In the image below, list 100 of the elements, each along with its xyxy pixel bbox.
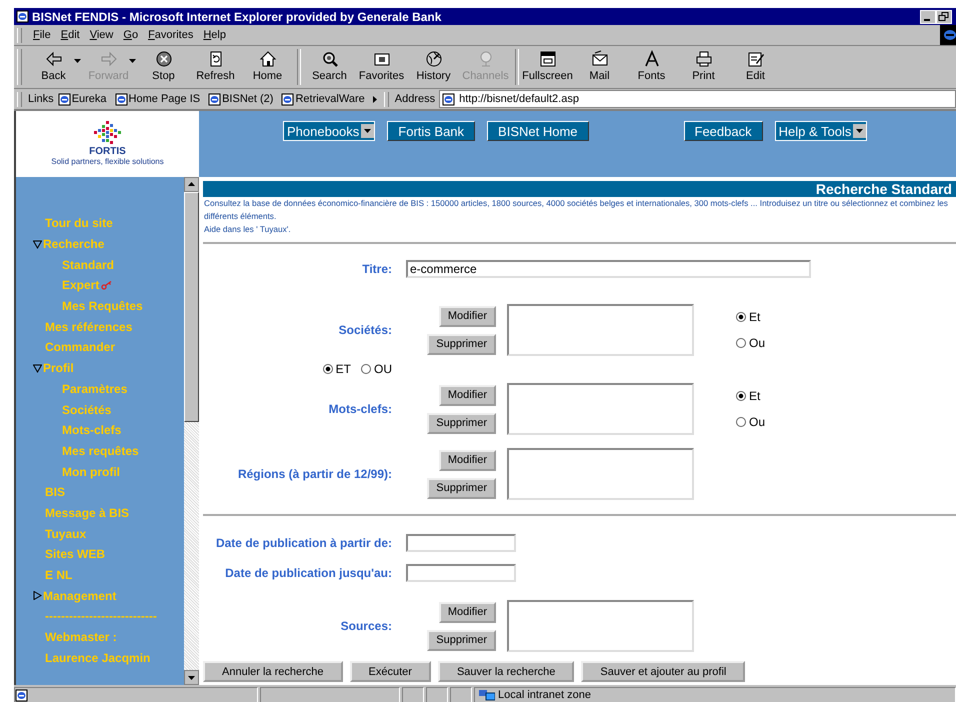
scrollbar[interactable] bbox=[184, 177, 199, 685]
scroll-up-icon bbox=[184, 177, 199, 192]
link-text[interactable]: RetrievalWare bbox=[295, 93, 365, 105]
field-label: Date de publication jusqu'au: bbox=[225, 566, 392, 580]
page-icon bbox=[16, 10, 29, 23]
page-header: Recherche Standard bbox=[203, 181, 956, 197]
radio-button[interactable]: Ou bbox=[736, 336, 766, 350]
radio-button[interactable]: Et bbox=[736, 389, 766, 403]
list-box[interactable] bbox=[507, 383, 694, 435]
toolbar-button[interactable]: History bbox=[408, 48, 459, 86]
stop-icon bbox=[154, 50, 172, 68]
field-label: Titre: bbox=[362, 262, 392, 276]
page-icon bbox=[15, 688, 28, 702]
list-box[interactable] bbox=[507, 448, 694, 500]
link-button[interactable]: RetrievalWare bbox=[281, 92, 365, 106]
page-icon bbox=[114, 92, 128, 106]
radio-button[interactable]: ET bbox=[322, 362, 351, 376]
menu-item[interactable]: View bbox=[84, 29, 118, 41]
radio-button[interactable]: Et bbox=[736, 310, 766, 324]
toolbar-button[interactable]: Stop bbox=[138, 48, 189, 86]
form-button[interactable]: Modifier bbox=[438, 450, 496, 470]
help-text: Aide dans les ' Tuyaux'. bbox=[203, 223, 292, 236]
banner-button[interactable]: Fortis Bank bbox=[387, 121, 476, 141]
network-icon bbox=[479, 689, 495, 701]
intro-text: Consultez la base de données économico-financière de BIS : 150000 articles, 1800 sources, 4000 sociétés belges et internationales, 300 mots-clefs ... Introduisez un titre ou sélectionnez et combinez les différents éléments. bbox=[203, 197, 949, 223]
toolbar-button[interactable]: Edit bbox=[730, 48, 781, 86]
globe-icon bbox=[424, 50, 442, 68]
address-field[interactable]: http://bisnet/default2.asp bbox=[439, 90, 956, 108]
field-label: Sources: bbox=[340, 619, 392, 633]
toolbar-button[interactable]: Favorites bbox=[356, 48, 407, 86]
link-button[interactable]: BISNet (2) bbox=[208, 92, 274, 106]
menu-item[interactable]: Favorites bbox=[143, 29, 198, 41]
envelope-icon bbox=[590, 50, 608, 68]
link-button[interactable]: Home Page IS bbox=[114, 92, 200, 106]
font-icon bbox=[642, 50, 660, 68]
window-title: BISNet FENDIS - Microsoft Internet Explorer provided by Generale Bank bbox=[32, 10, 442, 24]
menu-item[interactable]: Edit bbox=[56, 29, 85, 41]
search-icon bbox=[320, 50, 338, 68]
arrow-right-icon bbox=[100, 50, 118, 68]
form-button[interactable]: Supprimer bbox=[427, 334, 496, 354]
toolbar-button[interactable]: Mail bbox=[574, 48, 625, 86]
links-label: Links bbox=[28, 93, 54, 105]
toolbar-button[interactable]: Search bbox=[304, 48, 355, 86]
page-icon bbox=[208, 92, 222, 106]
form-button[interactable]: Supprimer bbox=[427, 478, 496, 498]
list-box[interactable] bbox=[507, 304, 694, 356]
link-text[interactable]: Home Page IS bbox=[128, 93, 200, 105]
status-pane bbox=[450, 687, 472, 702]
input-field[interactable] bbox=[406, 534, 516, 552]
scroll-thumb[interactable] bbox=[184, 192, 199, 422]
address-label: Address bbox=[394, 93, 436, 105]
field-label: Régions (à partir de 12/99): bbox=[238, 467, 392, 481]
arrow-left-icon bbox=[44, 50, 62, 68]
scroll-down-icon bbox=[184, 670, 199, 685]
form-button[interactable]: Sauver la recherche bbox=[438, 661, 574, 682]
browser-logo-icon bbox=[940, 25, 956, 45]
toolbar-button[interactable]: Print bbox=[678, 48, 729, 86]
dropdown[interactable]: Help & Tools bbox=[774, 121, 868, 141]
caret-icon bbox=[129, 59, 136, 63]
printer-icon bbox=[694, 50, 712, 68]
form-button[interactable]: Supprimer bbox=[427, 412, 496, 434]
input-field[interactable] bbox=[406, 564, 516, 582]
page-icon bbox=[58, 92, 71, 106]
input-field[interactable]: e-commerce bbox=[406, 260, 811, 278]
link-text[interactable]: BISNet (2) bbox=[222, 93, 274, 105]
chevron-icon bbox=[372, 96, 377, 102]
radio-button[interactable]: OU bbox=[361, 362, 392, 376]
form-button[interactable]: Annuler la recherche bbox=[203, 661, 343, 682]
toolbar-button[interactable]: Refresh bbox=[190, 48, 241, 86]
menu-item[interactable]: File bbox=[28, 29, 56, 41]
field-label: Mots-clefs: bbox=[328, 402, 392, 416]
logo-drawing bbox=[93, 119, 122, 145]
toolbar-button[interactable]: Fonts bbox=[626, 48, 677, 86]
edit-icon bbox=[746, 50, 764, 68]
banner-button[interactable]: BISNet Home bbox=[487, 121, 589, 141]
form-button[interactable]: Modifier bbox=[438, 384, 496, 406]
dropdown[interactable]: Phonebooks bbox=[283, 121, 376, 141]
form-button[interactable]: Modifier bbox=[438, 306, 496, 326]
radio-button[interactable]: Ou bbox=[736, 415, 766, 429]
list-box[interactable] bbox=[507, 600, 694, 652]
toolbar-button[interactable]: Fullscreen bbox=[522, 48, 573, 86]
link-button[interactable]: Eureka bbox=[58, 92, 107, 106]
banner-button[interactable]: Feedback bbox=[684, 121, 763, 141]
status-pane bbox=[402, 687, 424, 702]
menu-item[interactable]: Go bbox=[118, 29, 144, 41]
home-icon bbox=[258, 50, 276, 68]
logo-tagline: Solid partners, flexible solutions bbox=[51, 157, 164, 166]
toolbar-button[interactable]: Back bbox=[28, 48, 79, 86]
field-label: Sociétés: bbox=[338, 323, 392, 337]
menu-item[interactable]: Help bbox=[198, 29, 231, 41]
page-icon bbox=[281, 92, 294, 106]
form-button[interactable]: Exécuter bbox=[350, 661, 431, 682]
toolbar-button[interactable]: Home bbox=[242, 48, 293, 86]
form-button[interactable]: Sauver et ajouter au profil bbox=[581, 661, 746, 682]
status-pane bbox=[426, 687, 448, 702]
caret-icon bbox=[74, 59, 81, 63]
form-button[interactable]: Supprimer bbox=[427, 630, 496, 650]
page-icon bbox=[442, 92, 456, 106]
link-text[interactable]: Eureka bbox=[72, 93, 107, 105]
form-button[interactable]: Modifier bbox=[438, 602, 496, 622]
